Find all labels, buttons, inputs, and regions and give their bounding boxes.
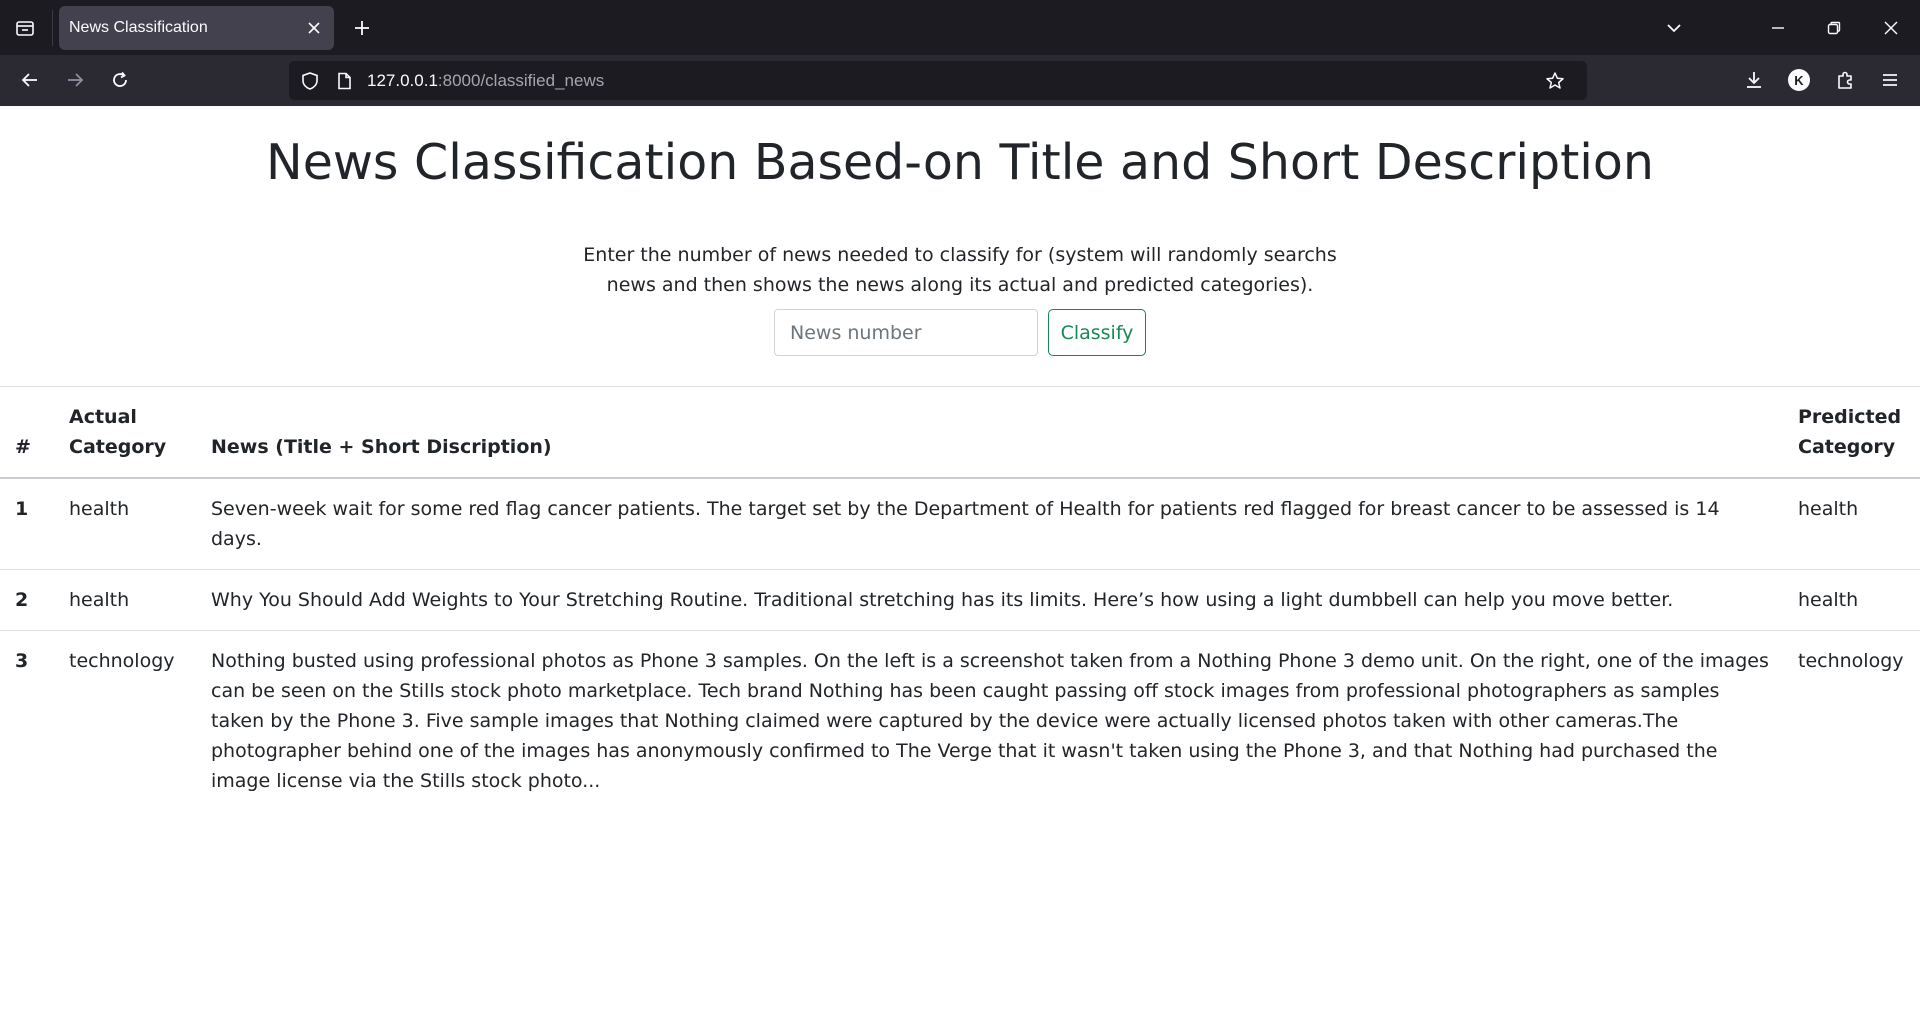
- close-icon: [1884, 21, 1898, 35]
- extensions-button[interactable]: [1826, 62, 1864, 98]
- url-host: 127.0.0.1: [367, 71, 438, 90]
- url-bar[interactable]: 127.0.0.1:8000/classified_news: [289, 61, 1587, 100]
- arrow-right-icon: [68, 73, 84, 87]
- puzzle-icon: [1838, 71, 1852, 89]
- chevron-down-icon: [1667, 24, 1681, 33]
- close-icon: [308, 22, 320, 34]
- url-text[interactable]: 127.0.0.1:8000/classified_news: [367, 61, 604, 100]
- tab-news-classification[interactable]: News Classification: [59, 6, 334, 50]
- page-title: News Classification Based-on Title and S…: [266, 134, 1654, 191]
- table-body: 1 health Seven-week wait for some red fl…: [0, 478, 1920, 811]
- plus-icon: [355, 21, 369, 35]
- row-actual-category: health: [69, 589, 130, 611]
- tab-divider: [52, 10, 53, 46]
- row-number: 3: [15, 650, 29, 672]
- reload-button[interactable]: [101, 62, 139, 98]
- tracking-protection-button[interactable]: [296, 67, 324, 95]
- avatar: K: [1788, 69, 1810, 91]
- table-row: 1 health Seven-week wait for some red fl…: [0, 478, 1920, 570]
- bookmark-button[interactable]: [1541, 67, 1569, 95]
- list-all-tabs-button[interactable]: [1654, 10, 1694, 46]
- back-button[interactable]: [11, 62, 49, 98]
- news-number-input[interactable]: [774, 309, 1038, 356]
- downloads-button[interactable]: [1735, 62, 1773, 98]
- shield-icon: [302, 72, 318, 90]
- header-number: #: [15, 436, 31, 458]
- restore-icon: [1827, 21, 1841, 35]
- row-predicted-category: technology: [1798, 650, 1904, 672]
- minimize-button[interactable]: [1758, 10, 1798, 46]
- restore-button[interactable]: [1814, 10, 1854, 46]
- row-news-text: Why You Should Add Weights to Your Stret…: [211, 589, 1674, 611]
- tab-title: News Classification: [69, 19, 208, 36]
- table-row: 3 technology Nothing busted using profes…: [0, 631, 1920, 812]
- row-actual-category: technology: [69, 650, 175, 672]
- browser-tab-bar: News Classification: [0, 0, 1920, 55]
- classify-button[interactable]: Classify: [1048, 309, 1146, 356]
- table-row: 2 health Why You Should Add Weights to Y…: [0, 570, 1920, 631]
- row-predicted-category: health: [1798, 498, 1859, 520]
- instructions-text: Enter the number of news needed to class…: [583, 244, 1337, 296]
- tab-list-button[interactable]: [6, 12, 44, 44]
- header-news: News (Title + Short Discription): [211, 436, 552, 458]
- row-number: 1: [15, 498, 29, 520]
- browser-nav-bar: 127.0.0.1:8000/classified_news K: [0, 55, 1920, 106]
- url-path: :8000/classified_news: [437, 71, 605, 90]
- minimize-icon: [1772, 27, 1784, 29]
- reload-icon: [113, 71, 127, 87]
- new-tab-button[interactable]: [344, 12, 380, 44]
- app-menu-button[interactable]: [1871, 62, 1909, 98]
- site-info-button[interactable]: [330, 67, 358, 95]
- close-window-button[interactable]: [1871, 10, 1911, 46]
- header-predicted-category: Predicted Category: [1798, 406, 1902, 458]
- tab-list-icon: [16, 21, 34, 36]
- news-table-wrapper: # Actual Category News (Title + Short Di…: [0, 386, 1920, 811]
- table-header: # Actual Category News (Title + Short Di…: [0, 386, 1920, 478]
- hamburger-menu-icon: [1883, 74, 1897, 86]
- arrow-left-icon: [21, 73, 37, 87]
- forward-button[interactable]: [56, 62, 94, 98]
- table-header-row: # Actual Category News (Title + Short Di…: [0, 386, 1920, 478]
- classify-form: Classify: [774, 309, 1146, 356]
- row-number: 2: [15, 589, 29, 611]
- row-actual-category: health: [69, 498, 130, 520]
- tab-close-button[interactable]: [300, 14, 328, 42]
- account-button[interactable]: K: [1780, 62, 1818, 98]
- news-table: # Actual Category News (Title + Short Di…: [0, 386, 1920, 811]
- download-icon: [1747, 72, 1761, 88]
- star-icon: [1546, 72, 1564, 89]
- row-news-text: Seven-week wait for some red flag cancer…: [211, 498, 1720, 550]
- row-predicted-category: health: [1798, 589, 1859, 611]
- row-news-text: Nothing busted using professional photos…: [211, 650, 1769, 792]
- page-content: News Classification Based-on Title and S…: [0, 106, 1920, 1020]
- header-actual-category: Actual Category: [69, 406, 167, 458]
- page-icon: [338, 72, 351, 90]
